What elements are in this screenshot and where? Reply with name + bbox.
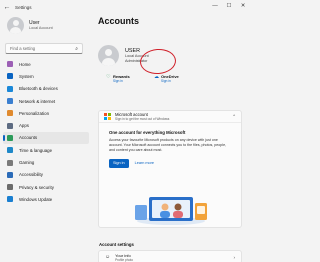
sidebar-nav: Home System Bluetooth & devices Network …: [3, 58, 89, 206]
rewards-icon: ♡: [106, 73, 111, 80]
minimize-button[interactable]: —: [208, 0, 222, 12]
avatar: [7, 17, 24, 34]
red-circle-annotation: [139, 47, 177, 76]
page-title: Accounts: [98, 16, 140, 26]
sidebar-item-label: Apps: [19, 123, 30, 129]
card-body: One account for everything Microsoft Acc…: [99, 123, 241, 168]
monitor-icon: [7, 73, 13, 80]
sidebar-item-accessibility[interactable]: Accessibility: [3, 169, 89, 181]
profile-account-type: Local Account: [29, 26, 53, 30]
sidebar-item-label: Accessibility: [19, 172, 43, 178]
main-content: Accounts USER Local Account Administrato…: [92, 14, 250, 262]
cloud-icon: ☁: [154, 73, 159, 80]
your-info-subtitle: Profile photo: [115, 257, 134, 262]
logo-tile-blue: [104, 116, 108, 120]
network-icon: [7, 98, 13, 105]
accessibility-icon: [7, 171, 13, 178]
sidebar-item-system[interactable]: System: [3, 70, 89, 82]
gamepad-icon: [7, 159, 13, 166]
onedrive-sign-in[interactable]: Sign in: [161, 79, 179, 83]
sidebar-item-label: Accounts: [19, 135, 38, 141]
sidebar-item-label: Bluetooth & devices: [19, 86, 58, 92]
apps-icon: [7, 122, 13, 129]
avatar[interactable]: [98, 45, 119, 66]
bluetooth-icon: [7, 85, 13, 92]
update-icon: [7, 196, 13, 203]
maximize-button[interactable]: ☐: [222, 0, 236, 12]
clock-globe-icon: [7, 147, 13, 154]
rewards-link[interactable]: ♡ Rewards Sign in: [106, 74, 130, 83]
sidebar-item-label: Time & language: [19, 147, 53, 153]
onedrive-link[interactable]: ☁ OneDrive Sign in: [154, 74, 179, 83]
learn-more-link[interactable]: Learn more: [135, 161, 154, 165]
home-icon: [7, 61, 13, 68]
sidebar-item-label: System: [19, 73, 34, 79]
sidebar-item-label: Home: [19, 61, 31, 67]
sidebar-item-bluetooth-devices[interactable]: Bluetooth & devices: [3, 83, 89, 95]
sidebar-item-label: Personalization: [19, 110, 50, 116]
window-controls: — ☐ ✕: [208, 0, 250, 12]
microsoft-logo-icon: [104, 113, 111, 120]
sidebar-item-windows-update[interactable]: Windows Update: [3, 193, 89, 205]
card-description: Access your favourite Microsoft products…: [109, 137, 227, 152]
your-info-row[interactable]: ☺ Your info Profile photo ›: [98, 250, 242, 262]
search-icon[interactable]: ⌕: [75, 46, 78, 52]
close-button[interactable]: ✕: [236, 0, 250, 12]
person-icon: [7, 134, 13, 141]
shield-icon: [7, 184, 13, 191]
rewards-sign-in[interactable]: Sign in: [113, 79, 130, 83]
sidebar-item-label: Network & internet: [19, 98, 56, 104]
logo-tile-green: [107, 113, 111, 117]
sidebar-item-apps[interactable]: Apps: [3, 119, 89, 131]
sidebar: User Local Account Find a setting ⌕ Home…: [0, 14, 92, 262]
sidebar-item-label: Privacy & security: [19, 184, 54, 190]
sidebar-profile[interactable]: User Local Account: [7, 17, 53, 34]
account-settings-heading: Account settings: [99, 242, 134, 247]
quick-links: ♡ Rewards Sign in ☁ OneDrive Sign in: [106, 74, 246, 88]
logo-tile-red: [104, 113, 108, 117]
sidebar-item-network-internet[interactable]: Network & internet: [3, 95, 89, 107]
sidebar-item-time-language[interactable]: Time & language: [3, 144, 89, 156]
card-header[interactable]: Microsoft account Sign in to get the mos…: [99, 111, 241, 123]
logo-tile-yellow: [107, 116, 111, 120]
search-input[interactable]: Find a setting ⌕: [5, 43, 83, 54]
sidebar-item-label: Gaming: [19, 160, 35, 166]
app-title: Settings: [15, 4, 32, 10]
sign-in-button[interactable]: Sign in: [109, 158, 129, 168]
card-headline: One account for everything Microsoft: [109, 130, 186, 135]
card-subtitle: Sign in to get the most out of Windows: [115, 117, 170, 121]
sidebar-item-label: Windows Update: [19, 196, 53, 202]
your-info-title: Your info: [115, 252, 131, 258]
chevron-up-icon[interactable]: ⌃: [232, 114, 236, 120]
person-icon: ☺: [105, 254, 111, 260]
chevron-right-icon: ›: [233, 255, 236, 260]
title-bar: ← Settings — ☐ ✕: [0, 0, 250, 14]
microsoft-account-card: Microsoft account Sign in to get the mos…: [98, 110, 242, 228]
sidebar-item-home[interactable]: Home: [3, 58, 89, 70]
sidebar-item-privacy-security[interactable]: Privacy & security: [3, 181, 89, 193]
search-placeholder: Find a setting: [10, 46, 36, 51]
sidebar-item-accounts[interactable]: Accounts: [3, 131, 89, 145]
sidebar-item-gaming[interactable]: Gaming: [3, 156, 89, 168]
sidebar-item-personalization[interactable]: Personalization: [3, 107, 89, 119]
devices-illustration-icon: [135, 197, 207, 225]
back-arrow-icon[interactable]: ←: [2, 1, 12, 13]
settings-window: ← Settings — ☐ ✕ User Local Account Find…: [0, 0, 250, 262]
brush-icon: [7, 110, 13, 117]
